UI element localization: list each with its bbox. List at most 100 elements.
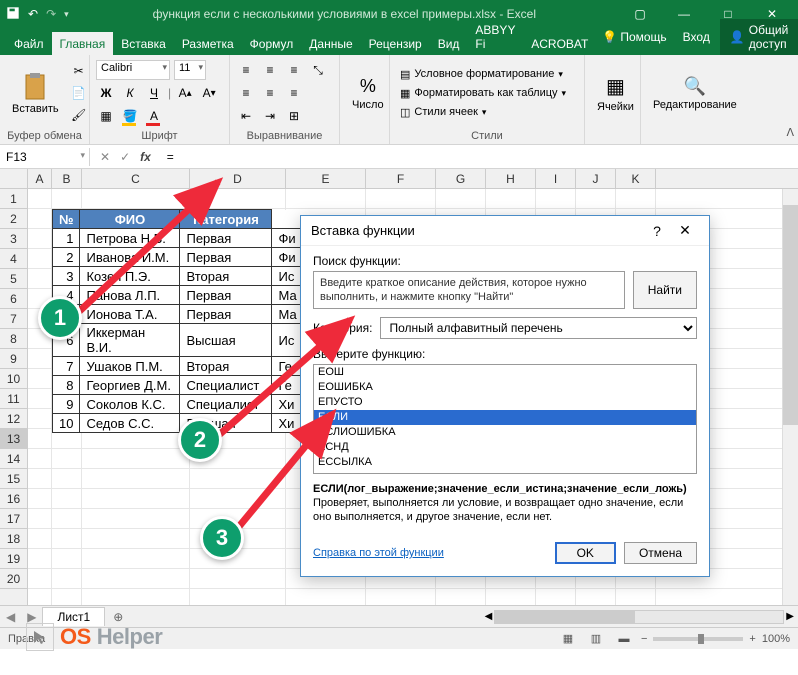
search-function-input[interactable]: Введите краткое описание действия, котор… (313, 271, 625, 309)
list-item[interactable]: ЕСНД (314, 440, 696, 455)
redo-icon[interactable]: ↷ (46, 7, 56, 21)
format-painter-icon[interactable]: 🖌 (69, 105, 89, 125)
list-item[interactable]: ЕССЫЛКА (314, 455, 696, 470)
tab-view[interactable]: Вид (430, 32, 468, 55)
decrease-font-icon[interactable]: A▾ (199, 83, 219, 103)
row-headers[interactable]: 1234567891011121314151617181920 (0, 189, 28, 605)
font-size-select[interactable]: 11 (174, 60, 206, 80)
zoom-level[interactable]: 100% (762, 633, 790, 645)
tab-home[interactable]: Главная (52, 32, 114, 55)
lightbulb-icon: 💡 (602, 30, 617, 44)
cond-format-button[interactable]: ▤Условное форматирование▾ (396, 66, 578, 83)
borders-icon[interactable]: ▦ (96, 106, 116, 126)
table-row: 8Георгиев Д.М.СпециалистГе (53, 376, 304, 395)
fx-icon[interactable]: fx (140, 150, 151, 164)
underline-icon[interactable]: Ч (144, 83, 164, 103)
font-name-select[interactable]: Calibri (96, 60, 170, 80)
italic-icon[interactable]: К (120, 83, 140, 103)
dialog-help-icon[interactable]: ? (643, 223, 671, 239)
vertical-scrollbar[interactable] (782, 189, 798, 605)
zoom-slider[interactable] (653, 637, 743, 641)
page-layout-icon[interactable]: ▥ (585, 630, 607, 648)
select-function-label: Выберите функцию: (313, 347, 697, 361)
dialog-close-icon[interactable]: ✕ (671, 222, 699, 239)
table-row: 7Ушаков П.М.ВтораяГе (53, 357, 304, 376)
function-list[interactable]: ЕОШЕОШИБКАЕПУСТОЕСЛИЕСЛИОШИБКАЕСНДЕССЫЛК… (313, 364, 697, 474)
page-break-icon[interactable]: ▬ (613, 630, 635, 648)
table-row: 2Иванова И.М.ПерваяФи (53, 248, 304, 267)
align-bottom-icon[interactable]: ≡ (284, 60, 304, 80)
cursor-icon (26, 623, 54, 651)
column-headers[interactable]: ABCDEFGHIJK (28, 169, 798, 189)
bold-icon[interactable]: Ж (96, 83, 116, 103)
format-table-button[interactable]: ▦Форматировать как таблицу▾ (396, 85, 578, 102)
tab-insert[interactable]: Вставка (113, 32, 174, 55)
number-button[interactable]: %Число (346, 58, 390, 128)
list-item[interactable]: ЕСЛИОШИБКА (314, 425, 696, 440)
table-row: 6Иккерман В.И.ВысшаяИс (53, 324, 304, 357)
formula-input[interactable]: = (161, 148, 798, 166)
orient-icon[interactable]: ⤡ (308, 60, 328, 80)
table-row: 9Соколов К.С.СпециалистХи (53, 395, 304, 414)
tab-layout[interactable]: Разметка (174, 32, 242, 55)
align-top-icon[interactable]: ≡ (236, 60, 256, 80)
login-button[interactable]: Вход (677, 26, 716, 48)
sheet-nav-prev-icon[interactable]: ◀ (0, 610, 21, 624)
name-box[interactable]: F13 (0, 148, 90, 166)
search-label: Поиск функции: (313, 254, 697, 268)
list-item[interactable]: ЕСЛИ (314, 410, 696, 425)
tab-formulas[interactable]: Формул (242, 32, 302, 55)
table-header: ФИО (80, 210, 180, 229)
increase-font-icon[interactable]: A▴ (175, 83, 195, 103)
tab-acrobat[interactable]: ACROBAT (523, 32, 596, 55)
dialog-title: Вставка функции (311, 223, 415, 238)
collapse-ribbon-icon[interactable]: ᐱ (786, 126, 794, 139)
table-row: 5Ионова Т.А.ПерваяМа (53, 305, 304, 324)
zoom-in-icon[interactable]: + (749, 633, 755, 645)
save-icon[interactable] (6, 6, 20, 23)
editing-button[interactable]: 🔍Редактирование (647, 58, 743, 128)
cut-icon[interactable]: ✂ (69, 61, 89, 81)
indent-inc-icon[interactable]: ⇥ (260, 106, 280, 126)
find-button[interactable]: Найти (633, 271, 697, 309)
cells-button[interactable]: ▦Ячейки (591, 58, 640, 128)
merge-icon[interactable]: ⊞ (284, 106, 304, 126)
cancel-formula-icon[interactable]: ✕ (100, 150, 110, 164)
fill-color-icon[interactable]: 🪣 (120, 106, 140, 126)
enter-formula-icon[interactable]: ✓ (120, 150, 130, 164)
sheet-nav-next-icon[interactable]: ▶ (21, 610, 42, 624)
align-middle-icon[interactable]: ≡ (260, 60, 280, 80)
align-left-icon[interactable]: ≡ (236, 83, 256, 103)
copy-icon[interactable]: 📄 (69, 83, 89, 103)
horizontal-scrollbar[interactable] (494, 610, 784, 624)
function-help-link[interactable]: Справка по этой функции (313, 547, 444, 559)
font-color-icon[interactable]: A (144, 106, 164, 126)
hscroll-right-icon[interactable]: ▶ (786, 611, 794, 622)
table-icon: ▦ (400, 87, 410, 100)
cell-styles-button[interactable]: ◫Стили ячеек▾ (396, 104, 578, 121)
align-center-icon[interactable]: ≡ (260, 83, 280, 103)
ok-button[interactable]: OK (555, 542, 616, 564)
share-button[interactable]: 👤Общий доступ (720, 19, 798, 55)
tab-file[interactable]: Файл (6, 32, 52, 55)
list-item[interactable]: ЕПУСТО (314, 395, 696, 410)
zoom-out-icon[interactable]: − (641, 633, 647, 645)
tab-data[interactable]: Данные (301, 32, 360, 55)
undo-icon[interactable]: ↶ (28, 7, 38, 21)
list-item[interactable]: ЕОШ (314, 365, 696, 380)
table-row: 10Седов С.С.ВысшаяХи (53, 414, 304, 433)
normal-view-icon[interactable]: ▦ (557, 630, 579, 648)
paste-button[interactable]: Вставить (6, 58, 65, 128)
tab-abbyy[interactable]: ABBYY Fi (467, 18, 523, 55)
indent-dec-icon[interactable]: ⇤ (236, 106, 256, 126)
cancel-button[interactable]: Отмена (624, 542, 697, 564)
list-item[interactable]: ЕОШИБКА (314, 380, 696, 395)
select-all-corner[interactable] (0, 169, 28, 189)
hscroll-left-icon[interactable]: ◀ (485, 611, 493, 622)
add-sheet-icon[interactable]: ⊕ (105, 610, 131, 624)
help-button[interactable]: 💡Помощь (596, 26, 672, 48)
table-header: № (53, 210, 80, 229)
category-select[interactable]: Полный алфавитный перечень (380, 317, 697, 339)
align-right-icon[interactable]: ≡ (284, 83, 304, 103)
tab-review[interactable]: Рецензир (361, 32, 430, 55)
